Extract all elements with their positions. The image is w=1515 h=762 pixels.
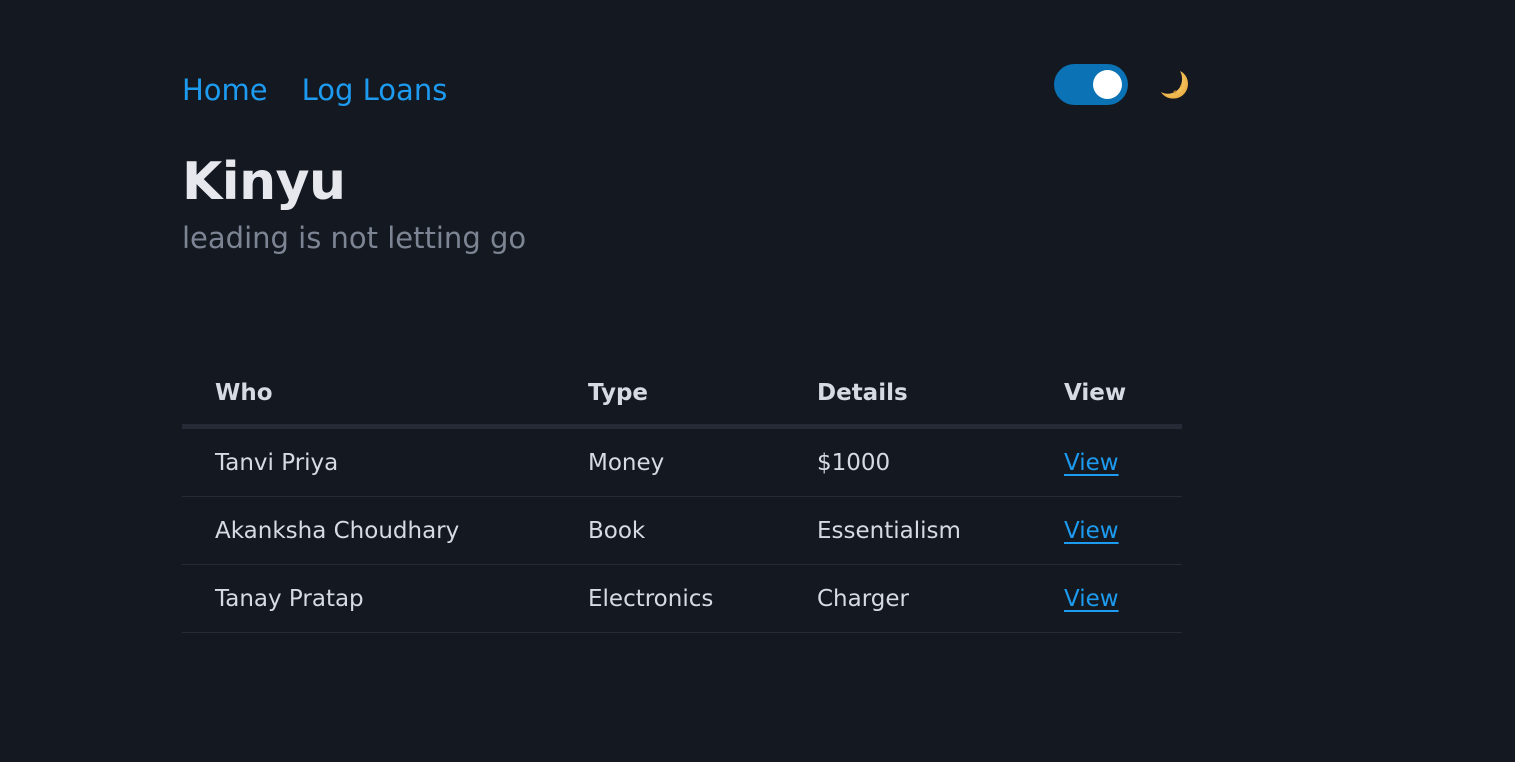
nav-log-loans-link[interactable]: Log Loans	[302, 70, 448, 110]
crescent-moon-icon	[1161, 71, 1189, 99]
column-header-view: View	[1064, 362, 1182, 429]
toggle-knob	[1093, 70, 1122, 99]
page-subtitle: leading is not letting go	[182, 221, 527, 255]
cell-type: Money	[588, 426, 817, 497]
cell-who: Tanvi Priya	[182, 426, 588, 497]
cell-details: Charger	[817, 564, 1064, 633]
view-link[interactable]: View	[1064, 518, 1119, 544]
cell-who: Tanay Pratap	[182, 564, 588, 633]
loans-table: Who Type Details View Tanvi Priya Money …	[182, 362, 1182, 633]
table-header-row: Who Type Details View	[182, 362, 1182, 429]
table-row: Akanksha Choudhary Book Essentialism Vie…	[182, 496, 1182, 565]
cell-details: $1000	[817, 426, 1064, 497]
column-header-details: Details	[817, 362, 1064, 429]
column-header-type: Type	[588, 362, 817, 429]
cell-who: Akanksha Choudhary	[182, 496, 588, 565]
view-link[interactable]: View	[1064, 586, 1119, 612]
view-link[interactable]: View	[1064, 450, 1119, 476]
top-nav: Home Log Loans	[182, 70, 447, 110]
theme-toggle[interactable]	[1054, 64, 1128, 105]
cell-view: View	[1064, 426, 1182, 497]
column-header-who: Who	[182, 362, 588, 429]
page-title: Kinyu	[182, 152, 346, 212]
cell-type: Electronics	[588, 564, 817, 633]
nav-home-link[interactable]: Home	[182, 70, 268, 110]
page: Home Log Loans Kinyu leading is not lett…	[0, 0, 1515, 762]
cell-view: View	[1064, 496, 1182, 565]
cell-view: View	[1064, 564, 1182, 633]
table-row: Tanay Pratap Electronics Charger View	[182, 564, 1182, 633]
cell-type: Book	[588, 496, 817, 565]
cell-details: Essentialism	[817, 496, 1064, 565]
table-row: Tanvi Priya Money $1000 View	[182, 426, 1182, 497]
